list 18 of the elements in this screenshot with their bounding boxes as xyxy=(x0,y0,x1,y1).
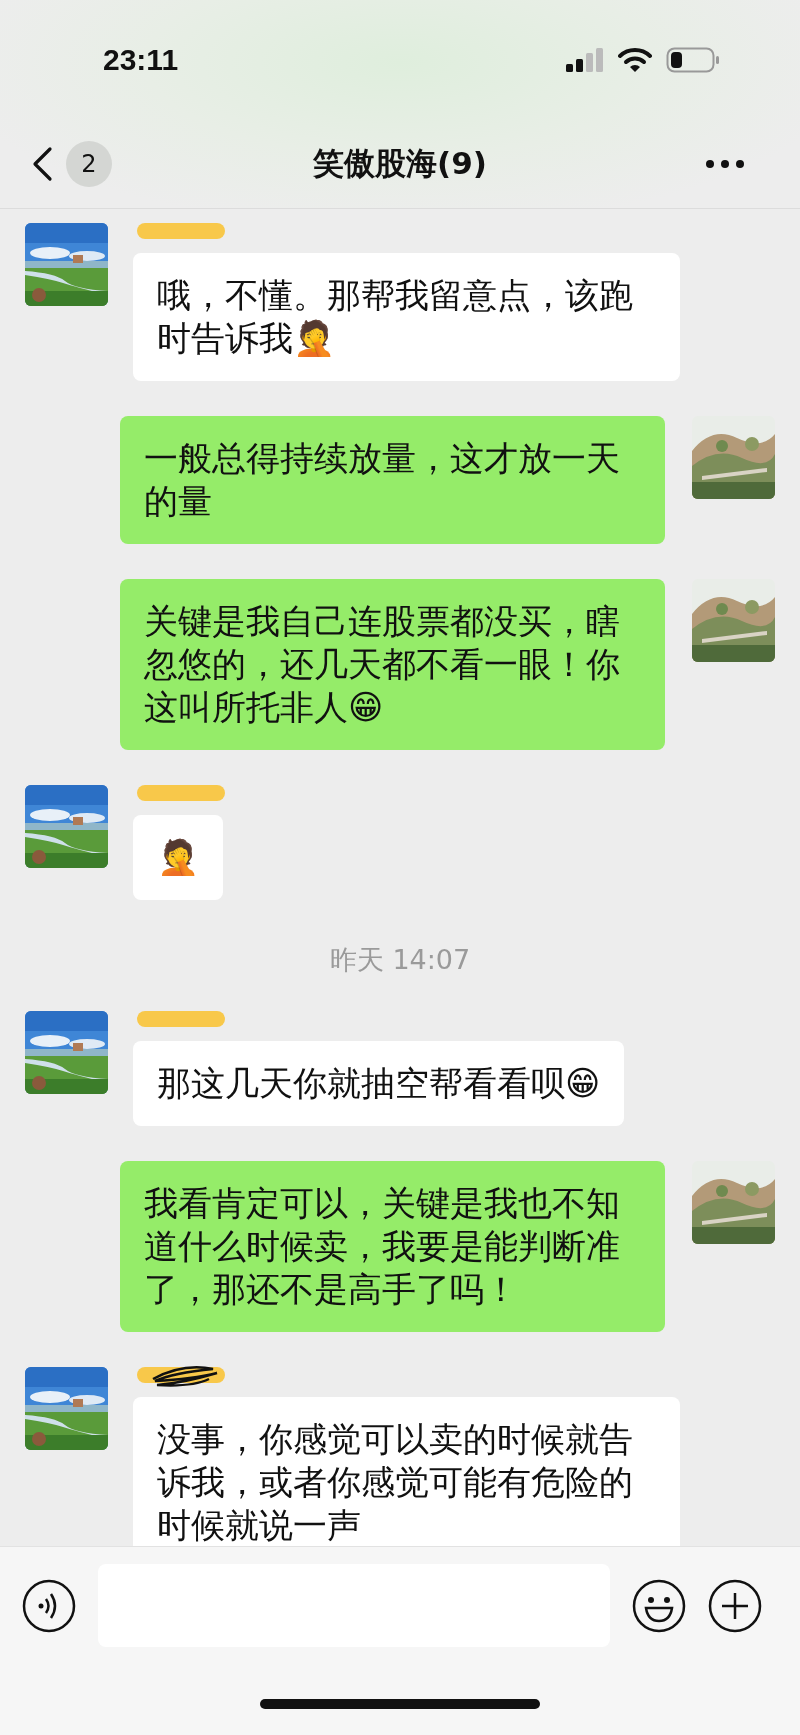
message-text: 哦，不懂。那帮我留意点，该跑时告诉我🤦 xyxy=(133,253,680,381)
battery-icon xyxy=(666,47,720,73)
more-icon[interactable] xyxy=(705,159,745,169)
message-text: 没事，你感觉可以卖的时候就告诉我，或者你感觉可能有危险的时候就说一声 xyxy=(133,1397,680,1546)
message-text: 关键是我自己连股票都没买，瞎忽悠的，还几天都不看一眼！你这叫所托非人😁 xyxy=(120,579,665,750)
chat-title: 笑傲股海(9) xyxy=(312,144,488,183)
message-text: 🤦 xyxy=(133,815,224,900)
wifi-icon xyxy=(618,47,652,73)
message-text: 我看肯定可以，关键是我也不知道什么时候卖，我要是能判断准了，那还不是高手了吗！ xyxy=(120,1161,665,1332)
unread-badge[interactable]: 2 xyxy=(66,141,112,187)
timestamp: 昨天 14:07 xyxy=(328,945,472,975)
add-icon[interactable] xyxy=(708,1578,762,1633)
signal-icon xyxy=(566,48,604,72)
message-text: 一般总得持续放量，这才放一天的量 xyxy=(120,416,665,544)
message-text: 那这几天你就抽空帮看看呗😁 xyxy=(133,1041,625,1126)
emoji-icon[interactable] xyxy=(632,1578,686,1633)
status-time: 23:11 xyxy=(103,43,179,77)
voice-icon[interactable] xyxy=(22,1578,76,1633)
